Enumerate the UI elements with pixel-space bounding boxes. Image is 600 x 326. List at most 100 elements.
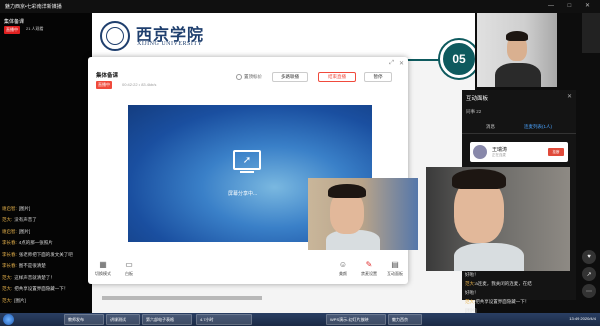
- end-live-button[interactable]: 结束直播: [318, 72, 356, 82]
- chat-message: 谢启智: [图片]: [2, 203, 90, 215]
- colleague-count: 同事 22: [466, 109, 482, 114]
- chat-text: [图片]: [18, 228, 31, 234]
- screen-share-status: 屏幕分享中...: [228, 191, 258, 197]
- university-name-en: XIJING UNIVERSITY: [137, 41, 203, 47]
- slide-footer-bar: [102, 296, 262, 300]
- chat-message: 好啦！: [465, 290, 575, 299]
- chat-text: 张老师把下面的发文关了吧: [18, 251, 73, 257]
- tool-switch-mode[interactable]: ▦ 切换模式: [92, 260, 114, 277]
- chat-list: 谢启智: [图片] 范大: 没有声音了 谢启智: [图片] 李长春: 4点的那一张照片 …: [2, 203, 90, 307]
- side-action-buttons: ♥ ↗ ⋯: [582, 250, 598, 301]
- chat-message: 李长春: 张老师把下面的发文关了吧: [2, 249, 90, 261]
- chat-name: 李长春:: [2, 251, 17, 257]
- pause-button[interactable]: 暂停: [364, 72, 392, 82]
- tool-label: 美颜: [339, 271, 347, 276]
- right-chat-list: 好啦！ 范大:a连麦，我关闭的连麦，在结 好啦！ 范大:把共享设置界面隐藏一下！…: [465, 272, 575, 317]
- tool-label: 禁麦设置: [361, 271, 377, 276]
- left-panel: 集体备课 直播中 21 人观看 谢启智: [图片] 范大: 没有声音了 谢启智: [图…: [0, 13, 92, 313]
- guest-status: 正在连麦: [492, 153, 506, 157]
- chat-text: 4点的那一张照片: [18, 240, 53, 246]
- title-bar: 魅力西京•七彩南洋新媒播 — □ ✕: [0, 0, 600, 13]
- chat-text: 好啦！: [465, 290, 479, 295]
- tool-mic-settings[interactable]: ✎ 禁麦设置: [358, 260, 380, 277]
- taskbar: 教师发布 讲课测试 第六部电子表格 4.7小时 WPS演示-幻灯片放映 魅力西京…: [0, 313, 600, 326]
- stream-time-rate: 00:42:22 • 83.4kb/s: [122, 82, 157, 87]
- chat-text: 把共享设置界面隐藏一下！: [14, 286, 69, 292]
- pin-checkbox-icon: [236, 74, 242, 80]
- chat-name: 范大:: [2, 286, 13, 292]
- tool-label: 切换模式: [95, 271, 111, 276]
- tool-interact-panel[interactable]: ▤ 互动面板: [384, 260, 406, 277]
- tool-whiteboard[interactable]: ▭ 白板: [118, 260, 140, 277]
- chat-message: 范大:a连麦，我关闭的连麦，在结: [465, 281, 575, 290]
- taskbar-item[interactable]: 第六部电子表格: [142, 314, 192, 325]
- side-strip: [582, 13, 600, 53]
- minimize-icon[interactable]: ⤢: [389, 60, 394, 67]
- chat-text: 把共享设置界面隐藏一下！: [475, 299, 530, 304]
- chat-message: 范大: 没有声音了: [2, 215, 90, 227]
- chat-message: 李长春: 4点的那一张照片: [2, 238, 90, 250]
- window-title: 魅力西京•七彩南洋新媒播: [5, 4, 62, 10]
- tool-label: 互动面板: [387, 271, 403, 276]
- tool-label: 白板: [125, 271, 133, 276]
- panel-tabs: 消息 连麦列表(1人): [462, 122, 576, 134]
- university-emblem-icon: [100, 21, 130, 51]
- panel-title: 互动面板: [466, 96, 489, 102]
- chat-name: 范大:: [2, 274, 13, 280]
- chat-name: 谢启智:: [2, 228, 17, 234]
- pin-toggle[interactable]: 置顶标价: [236, 74, 262, 80]
- start-button-icon[interactable]: [3, 314, 14, 325]
- taskbar-item[interactable]: 讲课测试: [106, 314, 140, 325]
- chat-name: 李长春:: [2, 240, 17, 246]
- more-icon[interactable]: ⋯: [582, 284, 596, 298]
- chat-name: 范大:: [465, 299, 476, 304]
- panel-close-icon[interactable]: ✕: [567, 93, 572, 100]
- live-badge: 直播中: [4, 26, 20, 34]
- tab-mic-list[interactable]: 连麦列表(1人): [524, 124, 552, 130]
- chat-message: 范大:把共享设置界面隐藏一下！: [465, 299, 575, 308]
- close-icon[interactable]: ✕: [399, 60, 404, 67]
- window-controls[interactable]: — □ ✕: [548, 2, 596, 9]
- chat-text: 没有声音了: [14, 217, 37, 223]
- grid-icon: ▦: [99, 260, 107, 269]
- chat-message: 谢启智: [图片]: [2, 226, 90, 238]
- chat-text: [图片]: [18, 205, 31, 211]
- taskbar-item[interactable]: 4.7小时: [196, 314, 252, 325]
- chat-name: 范大:: [465, 281, 476, 286]
- viewer-count: 21 人观看: [26, 26, 44, 31]
- chat-text: 图不是很清楚: [18, 263, 46, 269]
- multi-stream-button[interactable]: 多路联播: [272, 72, 308, 82]
- system-tray-clock: 13:49 2020/4/4: [569, 316, 596, 321]
- taskbar-item[interactable]: WPS演示-幻灯片放映: [326, 314, 386, 325]
- taskbar-item[interactable]: 魅力西京: [388, 314, 422, 325]
- chat-name: 范大:: [2, 297, 13, 303]
- chat-message: 范大: 这样声音就清楚了！: [2, 272, 90, 284]
- chat-panel-icon: ▤: [391, 260, 399, 269]
- chat-text: 这样声音就清楚了！: [14, 274, 55, 280]
- tool-beauty[interactable]: ☺ 美颜: [332, 260, 354, 277]
- share-icon[interactable]: ↗: [582, 267, 596, 281]
- chat-message: 李长春: 图不是很清楚: [2, 261, 90, 273]
- chat-message: 好啦！: [465, 272, 575, 281]
- chat-text: a连麦，我关闭的连麦，在结: [475, 281, 532, 286]
- beauty-icon: ☺: [338, 260, 348, 269]
- slide-page-number: 05: [440, 40, 478, 78]
- avatar: [473, 145, 487, 159]
- tab-messages[interactable]: 消息: [486, 124, 495, 130]
- chat-text: 好啦！: [465, 272, 479, 277]
- dialog-live-badge: 直播中: [96, 81, 112, 89]
- camera-feed-guest-large: [426, 167, 570, 271]
- host-name: 集体备课: [4, 19, 25, 25]
- guest-name: 王瑞涛: [492, 147, 508, 153]
- taskbar-item[interactable]: 教师发布: [64, 314, 104, 325]
- pin-label: 置顶标价: [244, 74, 262, 80]
- like-icon[interactable]: ♥: [582, 250, 596, 264]
- chat-message: 范大: [图片]: [2, 295, 90, 307]
- hangup-button[interactable]: 挂断: [548, 148, 564, 156]
- slide-header: 西京学院 XIJING UNIVERSITY: [92, 13, 475, 59]
- chat-name: 谢启智:: [2, 205, 17, 211]
- camera-feed-guest-small: [308, 178, 418, 250]
- mic-off-icon: ✎: [365, 260, 373, 269]
- chat-name: 李长春:: [2, 263, 17, 269]
- camera-feed-host: [477, 13, 557, 87]
